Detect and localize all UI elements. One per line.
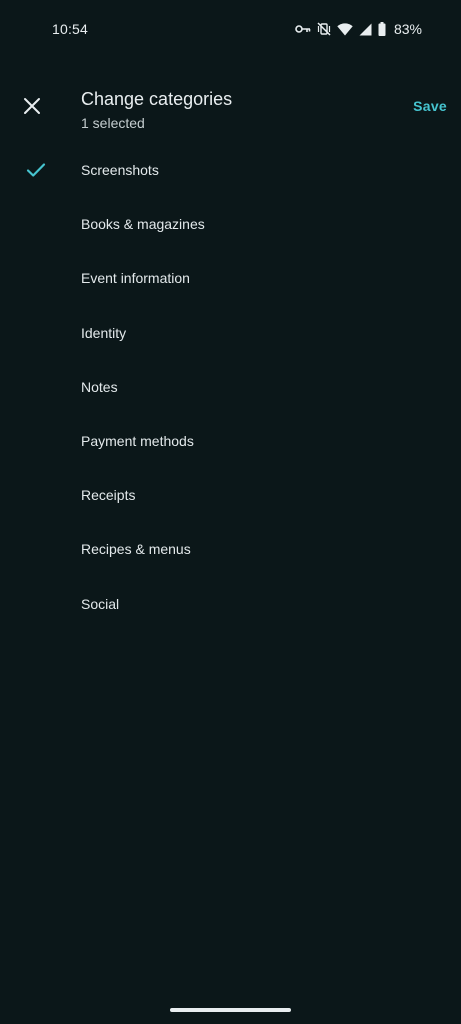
- category-label: Identity: [81, 324, 127, 341]
- close-button[interactable]: [16, 92, 48, 124]
- category-list: Screenshots Books & magazines Event info…: [0, 143, 461, 631]
- check-icon: [24, 158, 48, 182]
- key-icon: [295, 23, 311, 35]
- category-label: Social: [81, 595, 120, 612]
- wifi-icon: [337, 22, 353, 36]
- category-item[interactable]: Books & magazines: [0, 197, 461, 251]
- status-bar: 10:54 83%: [0, 0, 461, 58]
- category-item[interactable]: Receipts: [0, 468, 461, 522]
- vibrate-off-icon: [317, 22, 331, 36]
- category-item[interactable]: Screenshots: [0, 143, 461, 197]
- save-button[interactable]: Save: [413, 98, 447, 114]
- close-icon: [23, 97, 41, 120]
- category-label: Notes: [81, 378, 118, 395]
- category-label: Books & magazines: [81, 216, 205, 233]
- page-title: Change categories: [81, 89, 233, 109]
- category-item[interactable]: Event information: [0, 251, 461, 305]
- category-item[interactable]: Notes: [0, 360, 461, 414]
- category-item[interactable]: Identity: [0, 306, 461, 360]
- category-item[interactable]: Payment methods: [0, 414, 461, 468]
- app-header: Change categories 1 selected Save: [0, 80, 461, 140]
- category-item[interactable]: Social: [0, 577, 461, 631]
- category-label: Payment methods: [81, 433, 194, 450]
- battery-percent: 83%: [393, 21, 422, 37]
- category-label: Receipts: [81, 487, 136, 504]
- battery-icon: [378, 22, 386, 36]
- selected-count: 1 selected: [81, 115, 145, 131]
- category-label: Event information: [81, 270, 190, 287]
- change-categories-screen: 10:54 83% Change categories 1 selected S…: [0, 0, 461, 1024]
- category-label: Screenshots: [81, 162, 159, 179]
- status-icons: 83%: [295, 19, 422, 39]
- status-time: 10:54: [52, 21, 89, 37]
- title-block: Change categories 1 selected: [81, 88, 232, 132]
- signal-icon: [359, 23, 372, 36]
- category-item[interactable]: Recipes & menus: [0, 522, 461, 576]
- category-label: Recipes & menus: [81, 541, 191, 558]
- home-indicator[interactable]: [170, 1008, 291, 1012]
